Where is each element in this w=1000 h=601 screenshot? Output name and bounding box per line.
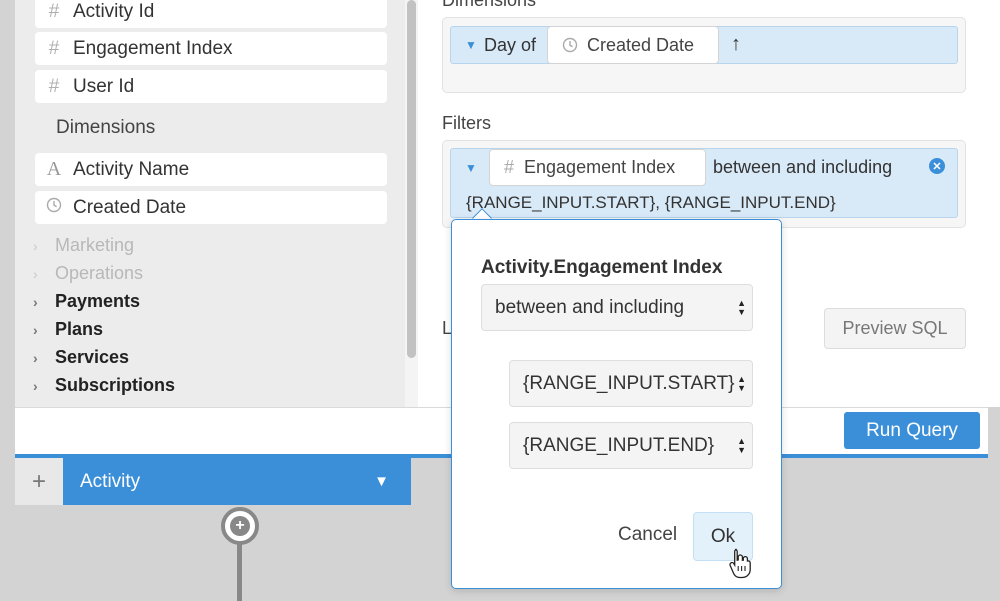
chevron-right-icon: › [33, 321, 38, 338]
field-list-scrollbar[interactable] [405, 0, 418, 407]
hand-pointer-icon [727, 547, 753, 584]
group-label: Operations [55, 263, 144, 283]
dimension-prefix: Day of [484, 35, 537, 55]
run-query-button[interactable]: Run Query [844, 412, 980, 449]
field-activity-name[interactable]: A Activity Name [35, 153, 387, 186]
node-connector-line [237, 540, 242, 601]
add-node-button[interactable]: + [15, 458, 63, 505]
field-label: User Id [73, 75, 135, 97]
field-engagement-index[interactable]: # Engagement Index [35, 32, 387, 65]
group-label: Services [55, 347, 130, 367]
dropdown-triangle-icon[interactable]: ▼ [465, 161, 477, 175]
group-operations[interactable]: › Operations [33, 263, 143, 284]
plus-circle-icon: + [230, 516, 250, 536]
dimension-field-label: Created Date [587, 34, 695, 55]
group-plans[interactable]: › Plans [33, 319, 103, 340]
group-subscriptions[interactable]: › Subscriptions [33, 375, 175, 396]
group-services[interactable]: › Services [33, 347, 129, 368]
filter-field-chip[interactable]: # Engagement Index [489, 149, 706, 186]
filter-editor-popup: Activity.Engagement Index between and in… [451, 219, 782, 589]
filter-operator: between and including [713, 157, 893, 177]
remove-filter-icon[interactable]: ✕ [929, 158, 945, 174]
sort-ascending-icon[interactable]: ↑ [731, 33, 741, 56]
activity-node[interactable]: Activity ▼ [63, 458, 411, 505]
clock-icon [562, 37, 578, 53]
dimension-pill[interactable]: ▼ Day of Created Date ↑ [450, 26, 958, 64]
select-arrows-icon: ▲ ▼ [737, 297, 746, 317]
filter-pill[interactable]: ▼ # Engagement Index between and includi… [450, 148, 958, 218]
group-label: Plans [55, 319, 104, 339]
operator-select[interactable]: between and including ▲ ▼ [481, 284, 753, 331]
number-icon: # [504, 157, 515, 177]
field-label: Created Date [73, 196, 187, 218]
group-label: Payments [55, 291, 141, 311]
caret-down-icon[interactable]: ▼ [374, 473, 389, 490]
chevron-right-icon: › [33, 265, 38, 282]
field-created-date[interactable]: Created Date [35, 191, 387, 224]
group-marketing[interactable]: › Marketing [33, 235, 134, 256]
group-payments[interactable]: › Payments [33, 291, 140, 312]
dropdown-triangle-icon[interactable]: ▼ [465, 38, 477, 52]
range-end-value: {RANGE_INPUT.END} [523, 434, 715, 456]
field-user-id[interactable]: # User Id [35, 70, 387, 103]
clock-icon [35, 197, 73, 219]
text-type-icon: A [46, 158, 62, 180]
operator-select-value: between and including [495, 296, 685, 318]
field-label: Activity Id [73, 0, 155, 22]
cancel-button[interactable]: Cancel [618, 524, 677, 546]
field-activity-id[interactable]: # Activity Id [35, 0, 387, 28]
filter-values: {RANGE_INPUT.START}, {RANGE_INPUT.END} [466, 193, 836, 212]
add-step-button[interactable]: + [221, 507, 259, 545]
dimensions-label: Dimensions [442, 0, 537, 10]
number-icon: # [48, 0, 60, 22]
field-label: Activity Name [73, 158, 190, 180]
select-arrows-icon: ▲ ▼ [737, 373, 746, 393]
dimension-field-chip[interactable]: Created Date [547, 26, 719, 64]
preview-sql-button[interactable]: Preview SQL [824, 308, 966, 349]
number-icon: # [48, 75, 60, 97]
dimensions-section-title: Dimensions [56, 117, 156, 138]
chevron-right-icon: › [33, 377, 38, 394]
range-start-value: {RANGE_INPUT.START} [523, 372, 735, 394]
filter-field-label: Engagement Index [524, 157, 676, 177]
popup-title: Activity.Engagement Index [481, 257, 723, 278]
number-icon: # [48, 37, 60, 59]
chevron-right-icon: › [33, 349, 38, 366]
group-label: Subscriptions [55, 375, 176, 395]
scroll-thumb[interactable] [407, 0, 416, 358]
filters-label: Filters [442, 113, 491, 133]
select-arrows-icon: ▲ ▼ [737, 435, 746, 455]
node-name: Activity [80, 470, 141, 492]
field-list-panel: # Activity Id # Engagement Index # User … [15, 0, 405, 407]
group-label: Marketing [55, 235, 135, 255]
range-end-select[interactable]: {RANGE_INPUT.END} ▲ ▼ [509, 422, 753, 469]
field-label: Engagement Index [73, 37, 233, 59]
range-start-select[interactable]: {RANGE_INPUT.START} ▲ ▼ [509, 360, 753, 407]
chevron-right-icon: › [33, 237, 38, 254]
chevron-right-icon: › [33, 293, 38, 310]
